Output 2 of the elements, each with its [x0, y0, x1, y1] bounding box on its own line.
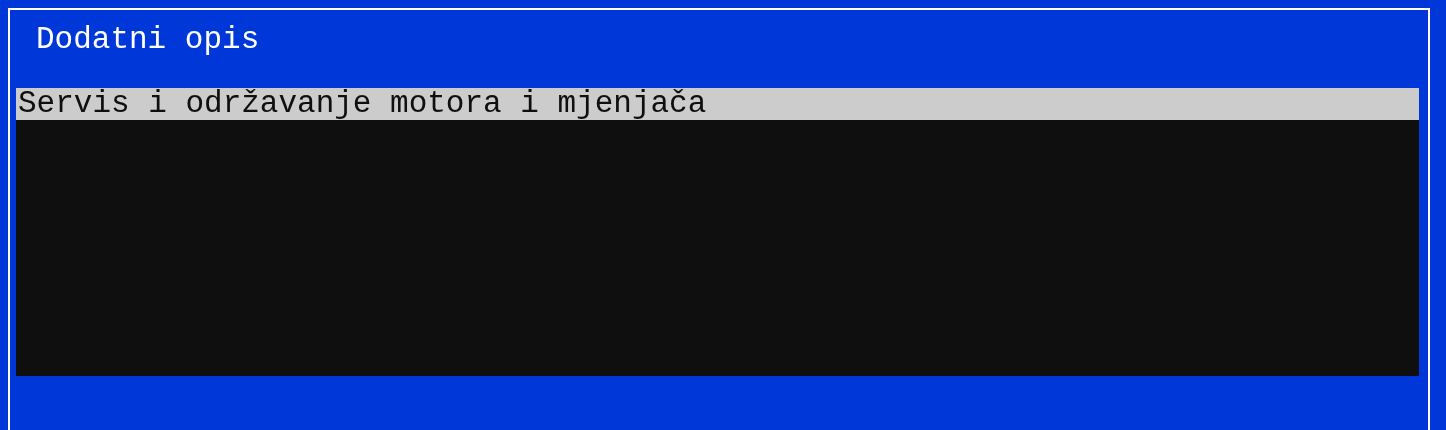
dialog-title: Dodatni opis — [35, 24, 260, 56]
text-area[interactable]: Servis i održavanje motora i mjenjača — [16, 88, 1419, 376]
